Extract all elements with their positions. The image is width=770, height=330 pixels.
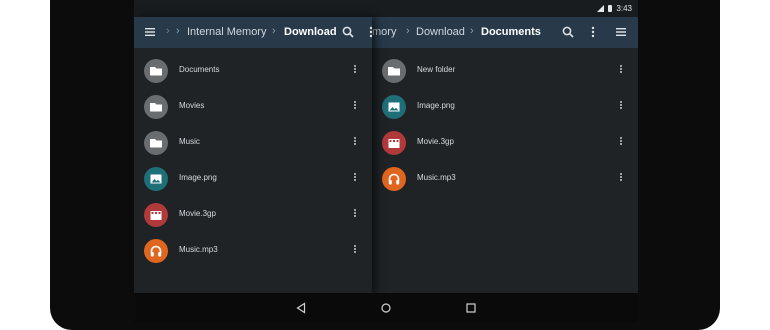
video-icon (150, 211, 162, 220)
more-vert-icon[interactable] (364, 25, 372, 39)
signal-icon (597, 5, 605, 12)
file-name: Image.png (417, 101, 455, 110)
video-icon (388, 139, 400, 148)
breadcrumb-download[interactable]: Download (284, 26, 337, 38)
list-item[interactable]: New folder (372, 53, 638, 89)
list-item[interactable]: Movies (134, 89, 372, 125)
file-name: New folder (417, 65, 456, 74)
breadcrumb-memory[interactable]: mory (372, 26, 396, 38)
recents-icon[interactable] (464, 301, 478, 315)
chevron-right-icon: › (176, 25, 180, 37)
search-icon[interactable] (561, 25, 575, 39)
more-options-icon[interactable] (352, 135, 358, 149)
app-bar-documents: mory › Download › Documents (372, 17, 638, 48)
file-name: Music (179, 137, 200, 146)
back-icon[interactable] (294, 301, 308, 315)
file-name: Music.mp3 (179, 245, 218, 254)
list-item[interactable]: Music (134, 125, 372, 161)
chevron-right-icon: › (470, 25, 474, 37)
file-icon-bg (144, 59, 168, 83)
chevron-right-icon: › (272, 25, 276, 37)
file-icon-bg (144, 167, 168, 191)
menu-icon[interactable] (614, 25, 628, 39)
more-options-icon[interactable] (618, 63, 624, 77)
list-item[interactable]: Movie.3gp (134, 197, 372, 233)
folder-icon (150, 103, 162, 112)
folder-icon (150, 139, 162, 148)
more-vert-icon[interactable] (586, 25, 600, 39)
file-icon-bg (382, 95, 406, 119)
file-icon-bg (382, 59, 406, 83)
status-time: 3:43 (616, 4, 632, 13)
list-item[interactable]: Image.png (372, 89, 638, 125)
image-icon (150, 174, 162, 184)
more-options-icon[interactable] (352, 99, 358, 113)
battery-icon (608, 5, 613, 12)
list-item[interactable]: Music.mp3 (372, 161, 638, 197)
list-item[interactable]: Movie.3gp (372, 125, 638, 161)
breadcrumb-internal-memory[interactable]: Internal Memory (187, 26, 266, 38)
file-name: Documents (179, 65, 220, 74)
chevron-right-icon: › (166, 25, 170, 37)
file-icon-bg (382, 167, 406, 191)
more-options-icon[interactable] (618, 135, 624, 149)
list-item[interactable]: Documents (134, 53, 372, 89)
file-icon-bg (144, 95, 168, 119)
file-icon-bg (382, 131, 406, 155)
breadcrumb-download[interactable]: Download (416, 26, 465, 38)
list-item[interactable]: Image.png (134, 161, 372, 197)
more-options-icon[interactable] (352, 171, 358, 185)
file-name: Music.mp3 (417, 173, 456, 182)
screen: 3:43 mory › Download › Documents New fol… (134, 0, 638, 293)
file-name: Movie.3gp (417, 137, 454, 146)
navigation-bar (134, 293, 638, 323)
image-icon (388, 102, 400, 112)
file-icon-bg (144, 203, 168, 227)
chevron-right-icon: › (406, 25, 410, 37)
breadcrumb-documents[interactable]: Documents (481, 26, 541, 38)
download-pane: › › Internal Memory › Download Documents (134, 17, 372, 293)
home-icon[interactable] (379, 301, 393, 315)
menu-icon[interactable] (143, 25, 157, 39)
more-options-icon[interactable] (352, 207, 358, 221)
list-item[interactable]: Music.mp3 (134, 233, 372, 269)
more-options-icon[interactable] (352, 63, 358, 77)
file-name: Movies (179, 101, 205, 110)
more-options-icon[interactable] (618, 99, 624, 113)
app-bar-download: › › Internal Memory › Download (134, 17, 372, 48)
more-options-icon[interactable] (618, 171, 624, 185)
more-options-icon[interactable] (352, 243, 358, 257)
folder-icon (150, 67, 162, 76)
headphones-icon (150, 245, 162, 257)
file-icon-bg (144, 239, 168, 263)
headphones-icon (388, 173, 400, 185)
file-name: Image.png (179, 173, 217, 182)
file-name: Movie.3gp (179, 209, 216, 218)
file-icon-bg (144, 131, 168, 155)
search-icon[interactable] (341, 25, 355, 39)
documents-pane: mory › Download › Documents New folder I… (372, 17, 638, 293)
folder-icon (388, 67, 400, 76)
status-bar: 3:43 (134, 0, 638, 17)
